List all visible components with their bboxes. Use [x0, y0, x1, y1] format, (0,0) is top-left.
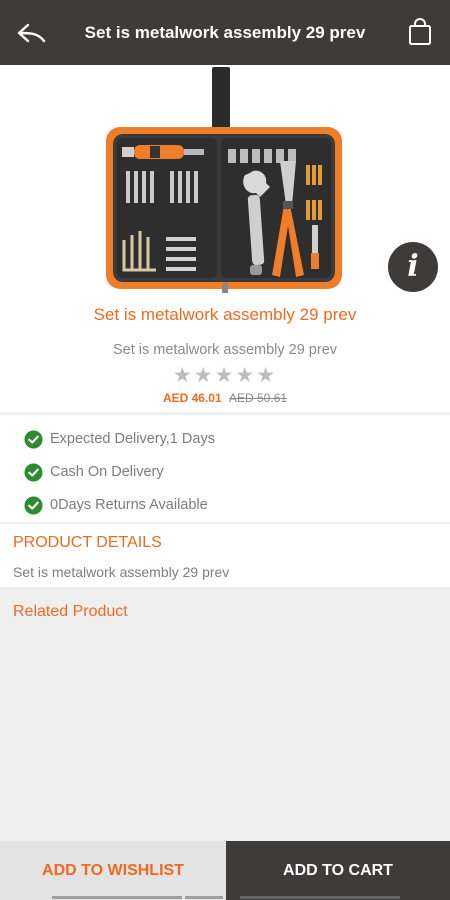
delivery-features: Expected Delivery,1 Days Cash On Deliver…: [0, 415, 450, 522]
product-info-card: Set is metalwork assembly 29 prev Set is…: [0, 295, 450, 412]
product-details-section: PRODUCT DETAILS Set is metalwork assembl…: [0, 524, 450, 587]
shopping-bag-icon[interactable]: [408, 18, 432, 46]
add-to-cart-button[interactable]: ADD TO CART: [226, 841, 450, 900]
product-image-area: i: [0, 65, 450, 351]
feature-label: 0Days Returns Available: [50, 497, 208, 513]
info-icon: i: [407, 249, 419, 284]
page-title: Set is metalwork assembly 29 prev: [84, 23, 366, 42]
check-circle-icon: [24, 462, 43, 482]
product-subtitle: Set is metalwork assembly 29 prev: [112, 342, 338, 358]
product-image[interactable]: [100, 65, 350, 295]
current-price: AED 46.01: [162, 391, 222, 405]
add-to-wishlist-button[interactable]: ADD TO WISHLIST: [0, 841, 226, 900]
feature-label: Cash On Delivery: [50, 464, 164, 480]
check-circle-icon: [24, 429, 43, 449]
rating-stars: ★★★★★: [172, 364, 278, 387]
back-arrow-icon[interactable]: [16, 22, 48, 46]
top-app-bar: Set is metalwork assembly 29 prev: [0, 0, 450, 65]
feature-item-delivery: Expected Delivery,1 Days: [24, 428, 215, 450]
price-row: AED 46.01 AED 50.61: [0, 391, 450, 405]
feature-item-cod: Cash On Delivery: [24, 461, 164, 483]
bottom-action-bar: ADD TO WISHLIST ADD TO CART: [0, 841, 450, 900]
feature-item-returns: 0Days Returns Available: [24, 494, 208, 516]
info-button[interactable]: i: [388, 242, 438, 292]
original-price: AED 50.61: [229, 391, 288, 405]
check-circle-icon: [24, 495, 43, 515]
product-name: Set is metalwork assembly 29 prev: [93, 305, 357, 324]
related-product-heading: Related Product: [13, 603, 128, 620]
system-nav-indicator: [52, 896, 400, 899]
feature-label: Expected Delivery,1 Days: [50, 431, 215, 447]
product-details-heading: PRODUCT DETAILS: [13, 534, 162, 551]
product-details-text: Set is metalwork assembly 29 prev: [13, 564, 230, 580]
